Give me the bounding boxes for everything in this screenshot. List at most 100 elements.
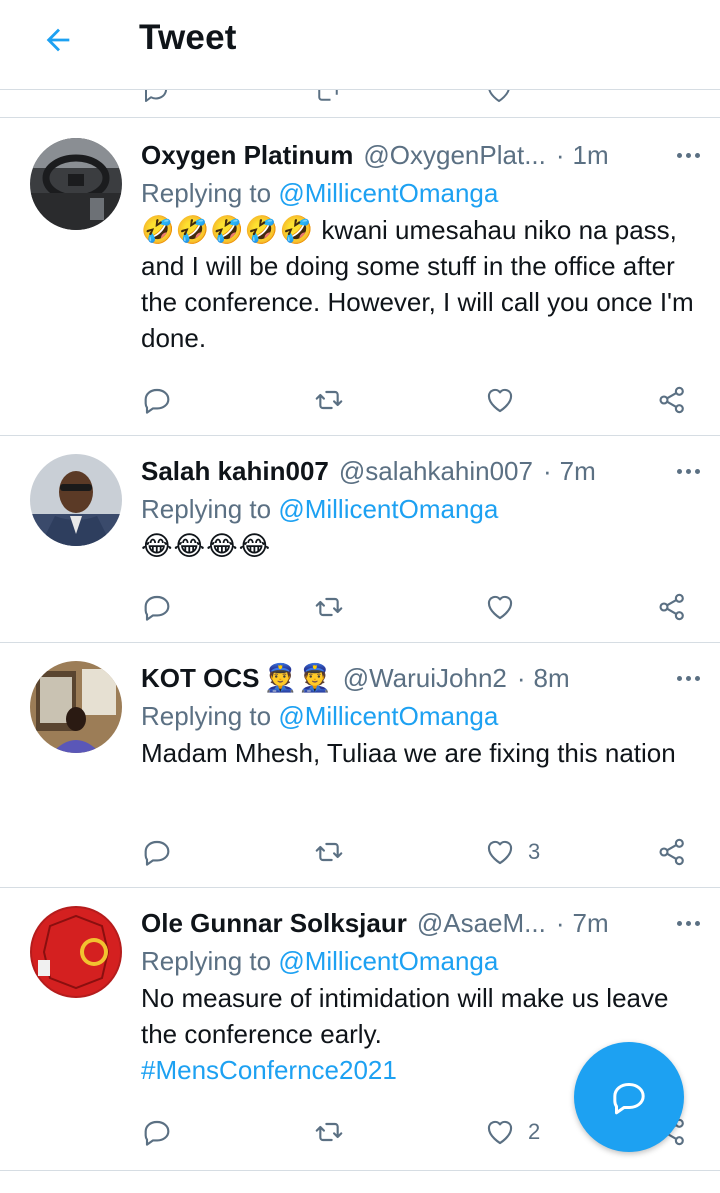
emoji-group: 😂😂😂😂: [141, 531, 272, 561]
reply-bubble-icon: [144, 1120, 170, 1146]
display-name[interactable]: Salah kahin007: [141, 456, 329, 487]
user-handle[interactable]: @salahkahin007: [339, 456, 533, 487]
replying-label: Replying to: [141, 494, 272, 524]
reply-bubble-icon: [144, 595, 170, 621]
like-button[interactable]: [484, 380, 528, 420]
reply-button[interactable]: [141, 832, 173, 872]
share-icon[interactable]: [656, 90, 686, 106]
mention-link[interactable]: @MillicentOmanga: [278, 178, 498, 208]
avatar[interactable]: [30, 454, 122, 546]
tweet-header: Oxygen Platinum @OxygenPlat... · 1m: [141, 138, 700, 172]
reply-button[interactable]: [141, 587, 173, 627]
reply-bubble-icon: [144, 388, 170, 414]
avatar[interactable]: [30, 661, 122, 753]
retweet-button[interactable]: [313, 832, 345, 872]
heart-icon: [487, 1120, 513, 1145]
compose-reply-button[interactable]: [574, 1042, 684, 1152]
timestamp[interactable]: 1m: [573, 140, 609, 171]
share-button[interactable]: [656, 380, 688, 420]
back-button[interactable]: [36, 22, 80, 58]
emoji-group: 🤣🤣🤣🤣🤣: [141, 215, 315, 245]
heart-icon: [487, 595, 513, 620]
avatar-man-photo-image: [30, 454, 122, 546]
mention-link[interactable]: @MillicentOmanga: [278, 946, 498, 976]
display-name[interactable]: Oxygen Platinum: [141, 140, 353, 171]
separator-dot: ·: [555, 139, 565, 170]
avatar-football-image: [30, 906, 122, 998]
reply-button[interactable]: [141, 380, 173, 420]
mention-link[interactable]: @MillicentOmanga: [278, 701, 498, 731]
avatar-man-office-image: [30, 661, 122, 753]
like-button[interactable]: [484, 587, 528, 627]
share-icon: [659, 593, 684, 621]
share-button[interactable]: [656, 587, 688, 627]
more-dots-icon: [676, 920, 682, 926]
more-options-button[interactable]: [670, 908, 706, 938]
hashtag-link[interactable]: #MensConfernce2021: [141, 1055, 397, 1085]
previous-tweet-actions: [0, 90, 720, 118]
retweet-icon[interactable]: [313, 90, 343, 106]
tweet-body: No measure of intimidation will make us …: [141, 983, 669, 1049]
reply-bubble-icon[interactable]: [141, 90, 171, 106]
timestamp[interactable]: 8m: [534, 663, 570, 694]
action-bar: [0, 380, 720, 420]
replying-to: Replying to @MillicentOmanga: [141, 176, 700, 210]
action-bar: 3: [0, 832, 720, 872]
timestamp[interactable]: 7m: [560, 456, 596, 487]
share-icon: [659, 838, 684, 866]
replying-to: Replying to @MillicentOmanga: [141, 492, 700, 526]
avatar[interactable]: [30, 138, 122, 230]
more-dots-icon: [676, 468, 682, 474]
replying-label: Replying to: [141, 178, 272, 208]
retweet-button[interactable]: [313, 380, 345, 420]
replying-label: Replying to: [141, 946, 272, 976]
display-name[interactable]: Ole Gunnar Solksjaur: [141, 908, 407, 939]
more-options-button[interactable]: [670, 456, 706, 486]
tweet-header: Salah kahin007 @salahkahin007 · 7m: [141, 454, 700, 488]
reply-button[interactable]: [141, 1112, 173, 1152]
tweet-header: Ole Gunnar Solksjaur @AsaeM... · 7m: [141, 906, 700, 940]
retweet-button[interactable]: [313, 587, 345, 627]
display-name[interactable]: KOT OCS: [141, 663, 259, 694]
like-button[interactable]: 3: [484, 832, 540, 872]
replying-label: Replying to: [141, 701, 272, 731]
avatar-car-interior-image: [30, 138, 122, 230]
more-dots-icon: [676, 675, 682, 681]
action-bar: [0, 587, 720, 627]
timestamp[interactable]: 7m: [573, 908, 609, 939]
more-options-button[interactable]: [670, 140, 706, 170]
top-app-bar: Tweet: [0, 0, 720, 90]
separator-dot: ·: [516, 662, 526, 693]
separator-dot: ·: [555, 907, 565, 938]
like-button[interactable]: 2: [484, 1112, 540, 1152]
heart-icon: [487, 840, 513, 865]
replying-to: Replying to @MillicentOmanga: [141, 944, 700, 978]
share-icon: [659, 386, 684, 414]
reply-bubble-icon: [144, 840, 170, 866]
compose-reply-icon: [613, 1083, 645, 1115]
mention-link[interactable]: @MillicentOmanga: [278, 494, 498, 524]
heart-icon: [487, 388, 513, 413]
tweet-item[interactable]: Oxygen Platinum @OxygenPlat... · 1m Repl…: [0, 118, 720, 436]
arrow-left-icon: [46, 28, 70, 52]
tweet-item[interactable]: KOT OCS 👮👮 @WaruiJohn2 · 8m Replying to …: [0, 643, 720, 888]
retweet-icon: [315, 1122, 343, 1142]
tweet-text: 🤣🤣🤣🤣🤣 kwani umesahau niko na pass, and I…: [141, 212, 700, 356]
user-handle[interactable]: @AsaeM...: [417, 908, 546, 939]
user-handle[interactable]: @OxygenPlat...: [363, 140, 545, 171]
tweet-text: Madam Mhesh, Tuliaa we are fixing this n…: [141, 735, 700, 771]
name-emoji: 👮👮: [263, 663, 333, 693]
tweet-item[interactable]: Salah kahin007 @salahkahin007 · 7m Reply…: [0, 436, 720, 643]
like-count: 2: [528, 1119, 541, 1144]
user-handle[interactable]: @WaruiJohn2: [343, 663, 507, 694]
retweet-button[interactable]: [313, 1112, 345, 1152]
share-button[interactable]: [656, 832, 688, 872]
heart-icon[interactable]: [484, 90, 514, 106]
more-options-button[interactable]: [670, 663, 706, 693]
retweet-icon: [315, 842, 343, 862]
more-dots-icon: [676, 152, 682, 158]
avatar[interactable]: [30, 906, 122, 998]
retweet-icon: [315, 597, 343, 617]
tweet-header: KOT OCS 👮👮 @WaruiJohn2 · 8m: [141, 661, 700, 695]
tweet-body: Madam Mhesh, Tuliaa we are fixing this n…: [141, 738, 676, 768]
